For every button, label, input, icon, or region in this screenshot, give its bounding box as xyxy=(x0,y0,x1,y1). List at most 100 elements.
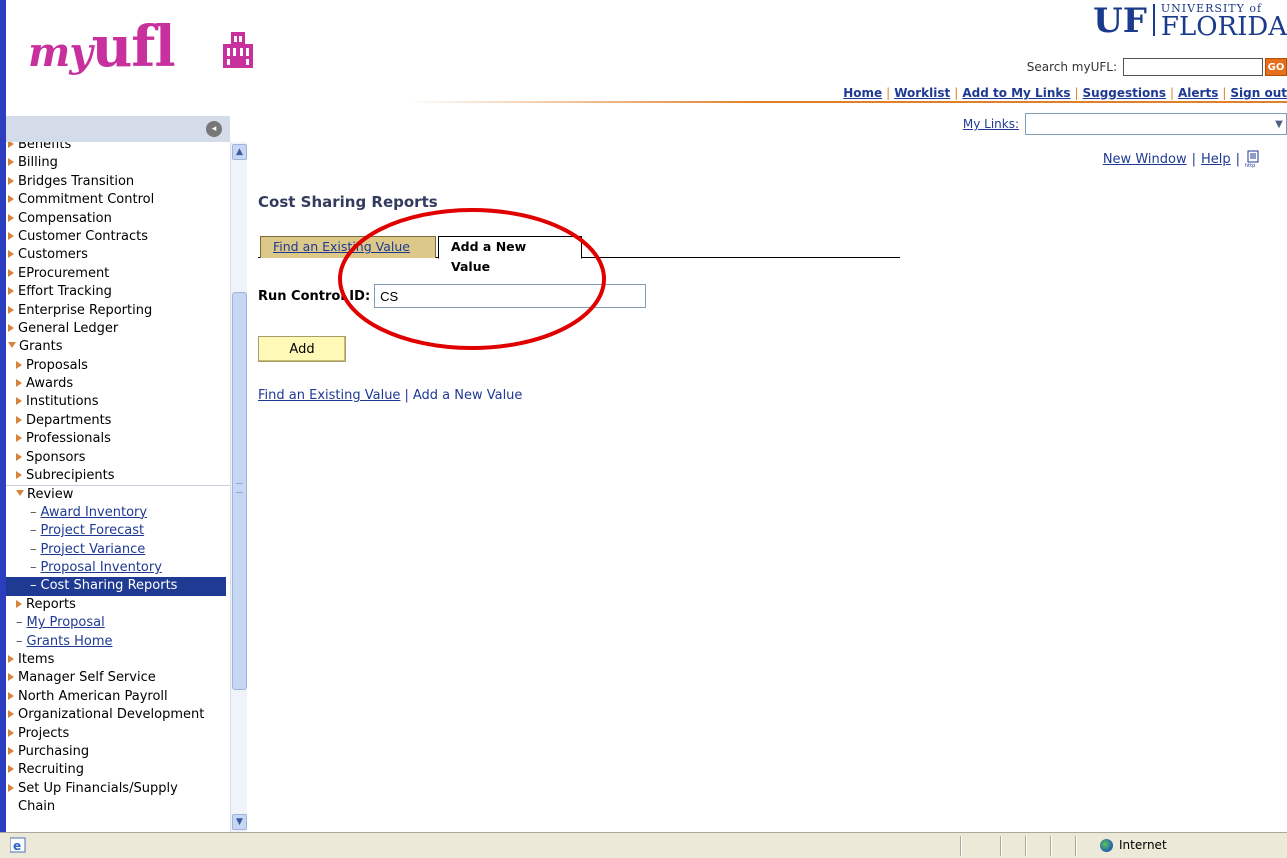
triangle-right-icon xyxy=(8,158,14,167)
nav-item[interactable]: Customers xyxy=(6,246,230,264)
help-link[interactable]: Help xyxy=(1201,152,1231,167)
nav-item[interactable]: Bridges Transition xyxy=(6,173,230,191)
my-links-select[interactable]: ▼ xyxy=(1025,113,1287,135)
nav-item[interactable]: Projects xyxy=(6,725,230,743)
nav-item-label: Cost Sharing Reports xyxy=(40,578,178,594)
search-input[interactable] xyxy=(1123,58,1263,76)
triangle-right-icon xyxy=(16,452,22,461)
tab-find-existing-value-label[interactable]: Find an Existing Value xyxy=(273,239,410,254)
triangle-right-icon xyxy=(8,287,14,296)
nav-item[interactable]: – Project Variance xyxy=(6,541,230,559)
nav-item[interactable]: – Project Forecast xyxy=(6,522,230,540)
nav-scrollbar[interactable]: ▲ ▼ xyxy=(230,142,247,832)
scrollbar-thumb[interactable] xyxy=(232,292,247,690)
nav-item[interactable]: – My Proposal xyxy=(6,614,230,632)
nav-item[interactable]: Set Up Financials/Supply xyxy=(6,780,230,798)
nav-item-label: Recruiting xyxy=(18,762,84,778)
uf-wordmark[interactable]: UF UNIVERSITY of FLORIDA xyxy=(1093,0,1287,40)
triangle-right-icon xyxy=(8,268,14,277)
scroll-down-icon[interactable]: ▼ xyxy=(232,814,247,830)
scroll-up-icon[interactable]: ▲ xyxy=(232,144,247,160)
tab-find-existing-value[interactable]: Find an Existing Value xyxy=(260,236,436,258)
page-utility-links: New Window | Help | http xyxy=(1103,150,1261,168)
alerts-link[interactable]: Alerts xyxy=(1178,86,1218,100)
nav-item[interactable]: Awards xyxy=(6,375,230,393)
nav-item[interactable]: Proposals xyxy=(6,357,230,375)
nav-item[interactable]: Institutions xyxy=(6,393,230,411)
nav-item[interactable]: Billing xyxy=(6,154,230,172)
nav-item[interactable]: – Grants Home xyxy=(6,633,230,651)
dash-icon: – xyxy=(16,615,23,631)
nav-item-label[interactable]: Project Forecast xyxy=(41,523,145,538)
dash-icon: – xyxy=(30,523,37,539)
find-existing-value-link[interactable]: Find an Existing Value xyxy=(258,388,400,403)
search-label: Search myUFL: xyxy=(1026,60,1117,74)
go-button[interactable]: GO xyxy=(1265,58,1287,76)
run-control-id-input[interactable] xyxy=(374,284,647,308)
nav-item[interactable]: North American Payroll xyxy=(6,688,230,706)
myufl-logo[interactable]: myufl xyxy=(28,14,176,80)
nav-item[interactable]: – Proposal Inventory xyxy=(6,559,230,577)
nav-item-label: Sponsors xyxy=(26,449,86,465)
suggestions-link[interactable]: Suggestions xyxy=(1083,86,1166,100)
nav-item-label: Chain xyxy=(18,799,56,815)
nav-item-label[interactable]: Proposal Inventory xyxy=(41,560,162,575)
nav-item[interactable]: Professionals xyxy=(6,430,230,448)
search-bar: Search myUFL: GO xyxy=(1027,58,1287,76)
nav-item[interactable]: Departments xyxy=(6,412,230,430)
nav-item[interactable]: Items xyxy=(6,651,230,669)
nav-item[interactable]: Enterprise Reporting xyxy=(6,302,230,320)
nav-item[interactable]: Organizational Development xyxy=(6,706,230,724)
nav-item[interactable]: Grants xyxy=(6,338,230,356)
home-link[interactable]: Home xyxy=(843,86,882,100)
nav-item[interactable]: Compensation xyxy=(6,210,230,228)
add-new-value-link[interactable]: Add a New Value xyxy=(413,388,523,403)
svg-text:http: http xyxy=(1245,163,1255,168)
nav-item[interactable]: General Ledger xyxy=(6,320,230,338)
nav-item[interactable]: Reports xyxy=(6,596,230,614)
nav-item[interactable]: Sponsors xyxy=(6,449,230,467)
collapse-circle-icon[interactable]: ◂ xyxy=(206,121,222,137)
triangle-right-icon xyxy=(8,691,14,700)
tab-add-new-value[interactable]: Add a New Value xyxy=(438,236,582,274)
nav-item[interactable]: Effort Tracking xyxy=(6,283,230,301)
nav-item[interactable]: Benefits xyxy=(6,142,230,154)
new-window-link[interactable]: New Window xyxy=(1103,152,1187,167)
add-button[interactable]: Add xyxy=(258,336,346,362)
nav-item[interactable]: Manager Self Service xyxy=(6,669,230,687)
nav-item-label: Customer Contracts xyxy=(18,228,148,244)
triangle-right-icon xyxy=(8,728,14,737)
nav-item[interactable]: Purchasing xyxy=(6,743,230,761)
top-links: Home | Worklist | Add to My Links | Suggestion… xyxy=(843,86,1287,100)
chevron-down-icon[interactable]: ▼ xyxy=(1272,114,1286,134)
my-links-label[interactable]: My Links: xyxy=(963,117,1019,131)
nav-item-label[interactable]: Project Variance xyxy=(41,542,146,557)
nav-collapse-bar: ◂ xyxy=(6,116,230,142)
triangle-right-icon xyxy=(16,471,22,480)
nav-item-label: Compensation xyxy=(18,210,112,226)
worklist-link[interactable]: Worklist xyxy=(894,86,950,100)
nav-item-label[interactable]: My Proposal xyxy=(27,615,105,630)
nav-item[interactable]: – Award Inventory xyxy=(6,504,230,522)
ie-icon: e xyxy=(10,837,26,853)
uf-divider xyxy=(1152,4,1155,36)
nav-item[interactable]: Review xyxy=(6,485,230,503)
nav-item[interactable]: Chain xyxy=(6,798,230,816)
nav-item[interactable]: Customer Contracts xyxy=(6,228,230,246)
nav-item-label[interactable]: Grants Home xyxy=(27,634,113,649)
nav-item-label: Awards xyxy=(26,376,74,392)
nav-item[interactable]: Subrecipients xyxy=(6,467,230,485)
nav-item[interactable]: EProcurement xyxy=(6,265,230,283)
nav-item[interactable]: Commitment Control xyxy=(6,191,230,209)
add-to-my-links-link[interactable]: Add to My Links xyxy=(962,86,1070,100)
nav-item-label: Commitment Control xyxy=(18,192,155,208)
triangle-right-icon xyxy=(8,305,14,314)
nav-item-label: Benefits xyxy=(18,142,72,152)
nav-item-label: Projects xyxy=(18,725,70,741)
nav-item-label: Professionals xyxy=(26,431,111,447)
nav-item-label[interactable]: Award Inventory xyxy=(41,505,148,520)
sign-out-link[interactable]: Sign out xyxy=(1230,86,1287,100)
http-page-icon[interactable]: http xyxy=(1245,150,1261,168)
nav-item[interactable]: Recruiting xyxy=(6,761,230,779)
nav-item-selected[interactable]: – Cost Sharing Reports xyxy=(6,577,226,596)
